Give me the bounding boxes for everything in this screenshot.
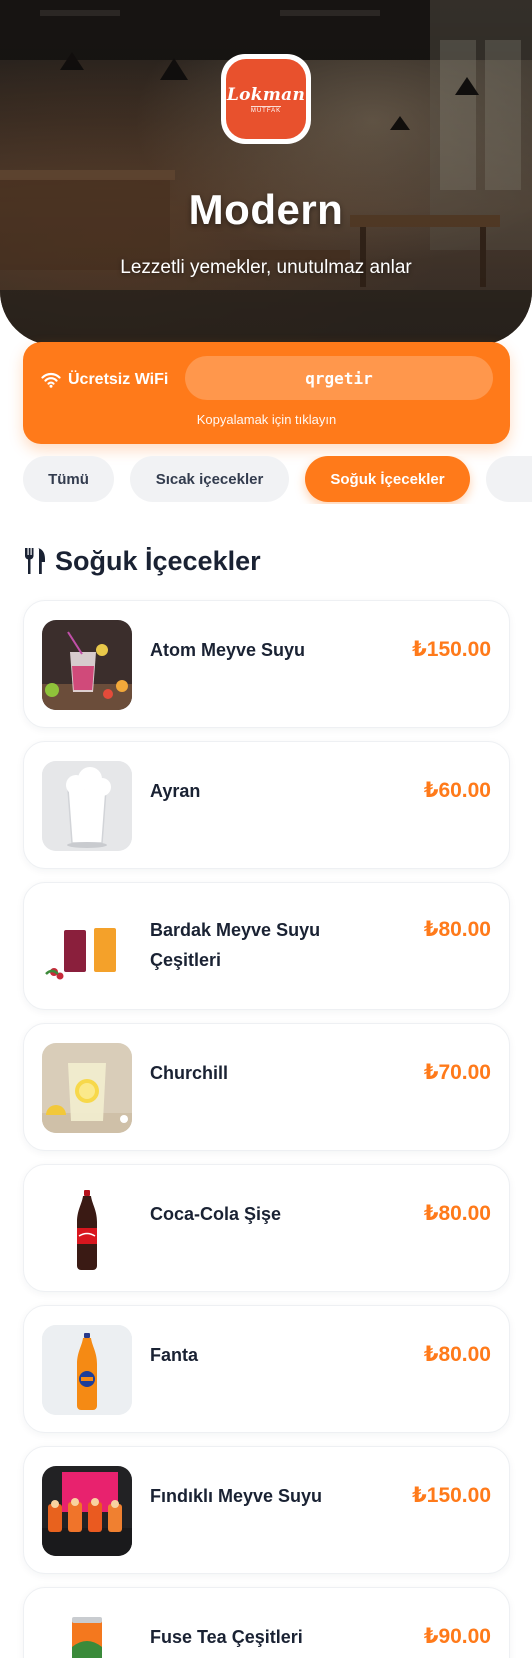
product-image (42, 620, 132, 710)
product-name: Bardak Meyve Suyu Çeşitleri (150, 920, 321, 970)
page-title: Modern (188, 186, 344, 233)
logo-subtitle: MUTFAK (250, 105, 282, 114)
tab-tumu[interactable]: Tümü (23, 456, 114, 502)
wifi-label-text: Ücretsiz WiFi (68, 371, 169, 388)
product-image (42, 902, 132, 992)
logo-wordmark: Lokman (226, 84, 306, 105)
product-price: ₺80.00 (423, 918, 491, 941)
product-price: ₺80.00 (423, 1202, 491, 1225)
product-price: ₺80.00 (423, 1343, 491, 1366)
section-title: Soğuk İçecekler (55, 545, 261, 576)
list-item[interactable]: Fındıklı Meyve Suyu ₺150.00 (23, 1446, 510, 1574)
hero-banner: Lokman MUTFAK Modern Lezzetli yemekler, … (0, 0, 532, 345)
product-price: ₺150.00 (412, 1484, 491, 1507)
product-price: ₺70.00 (423, 1061, 491, 1084)
list-item[interactable]: Coca-Cola Şişe ₺80.00 (23, 1164, 510, 1292)
product-name: Churchill (150, 1063, 229, 1083)
product-image (42, 1466, 132, 1556)
section-header: Soğuk İçecekler (23, 541, 261, 581)
product-image (42, 1184, 132, 1274)
product-image (42, 761, 132, 851)
product-price: ₺150.00 (412, 638, 491, 661)
category-tabs: Tümü Sıcak içecekler Soğuk İçecekler (23, 456, 532, 504)
tab-sicak-icecekler[interactable]: Sıcak içecekler (130, 456, 289, 502)
list-item[interactable]: Bardak Meyve Suyu Çeşitleri ₺80.00 (23, 882, 510, 1010)
tab-soguk-icecekler[interactable]: Soğuk İçecekler (305, 456, 470, 502)
product-name: Coca-Cola Şişe (150, 1204, 282, 1224)
product-name: Atom Meyve Suyu (150, 640, 306, 660)
product-image (42, 1607, 132, 1658)
wifi-label: Ücretsiz WiFi (41, 368, 168, 392)
product-name: Fuse Tea Çeşitleri (150, 1627, 303, 1647)
wifi-card[interactable]: Ücretsiz WiFi qrgetir Kopyalamak için tı… (23, 342, 510, 444)
menu-page: Lokman MUTFAK Modern Lezzetli yemekler, … (0, 0, 532, 1658)
hero-overlay (0, 0, 532, 345)
product-image (42, 1043, 132, 1133)
list-item[interactable]: Churchill ₺70.00 (23, 1023, 510, 1151)
list-item[interactable]: Fuse Tea Çeşitleri ₺90.00 (23, 1587, 510, 1658)
product-name: Fanta (150, 1345, 199, 1365)
fork-knife-icon (25, 548, 45, 574)
wifi-copy-hint: Kopyalamak için tıklayın (196, 412, 337, 427)
product-name: Ayran (150, 781, 201, 801)
restaurant-logo: Lokman MUTFAK (221, 54, 311, 144)
list-item[interactable]: Fanta ₺80.00 (23, 1305, 510, 1433)
page-subtitle: Lezzetli yemekler, unutulmaz anlar (120, 257, 412, 278)
product-name: Fındıklı Meyve Suyu (150, 1486, 323, 1506)
product-price: ₺60.00 (423, 779, 491, 802)
wifi-icon (41, 372, 61, 388)
tab-next[interactable] (486, 456, 532, 502)
list-item[interactable]: Atom Meyve Suyu ₺150.00 (23, 600, 510, 728)
product-price: ₺90.00 (423, 1625, 491, 1648)
wifi-password-button[interactable]: qrgetir (185, 356, 493, 400)
list-item[interactable]: Ayran ₺60.00 (23, 741, 510, 869)
product-image (42, 1325, 132, 1415)
